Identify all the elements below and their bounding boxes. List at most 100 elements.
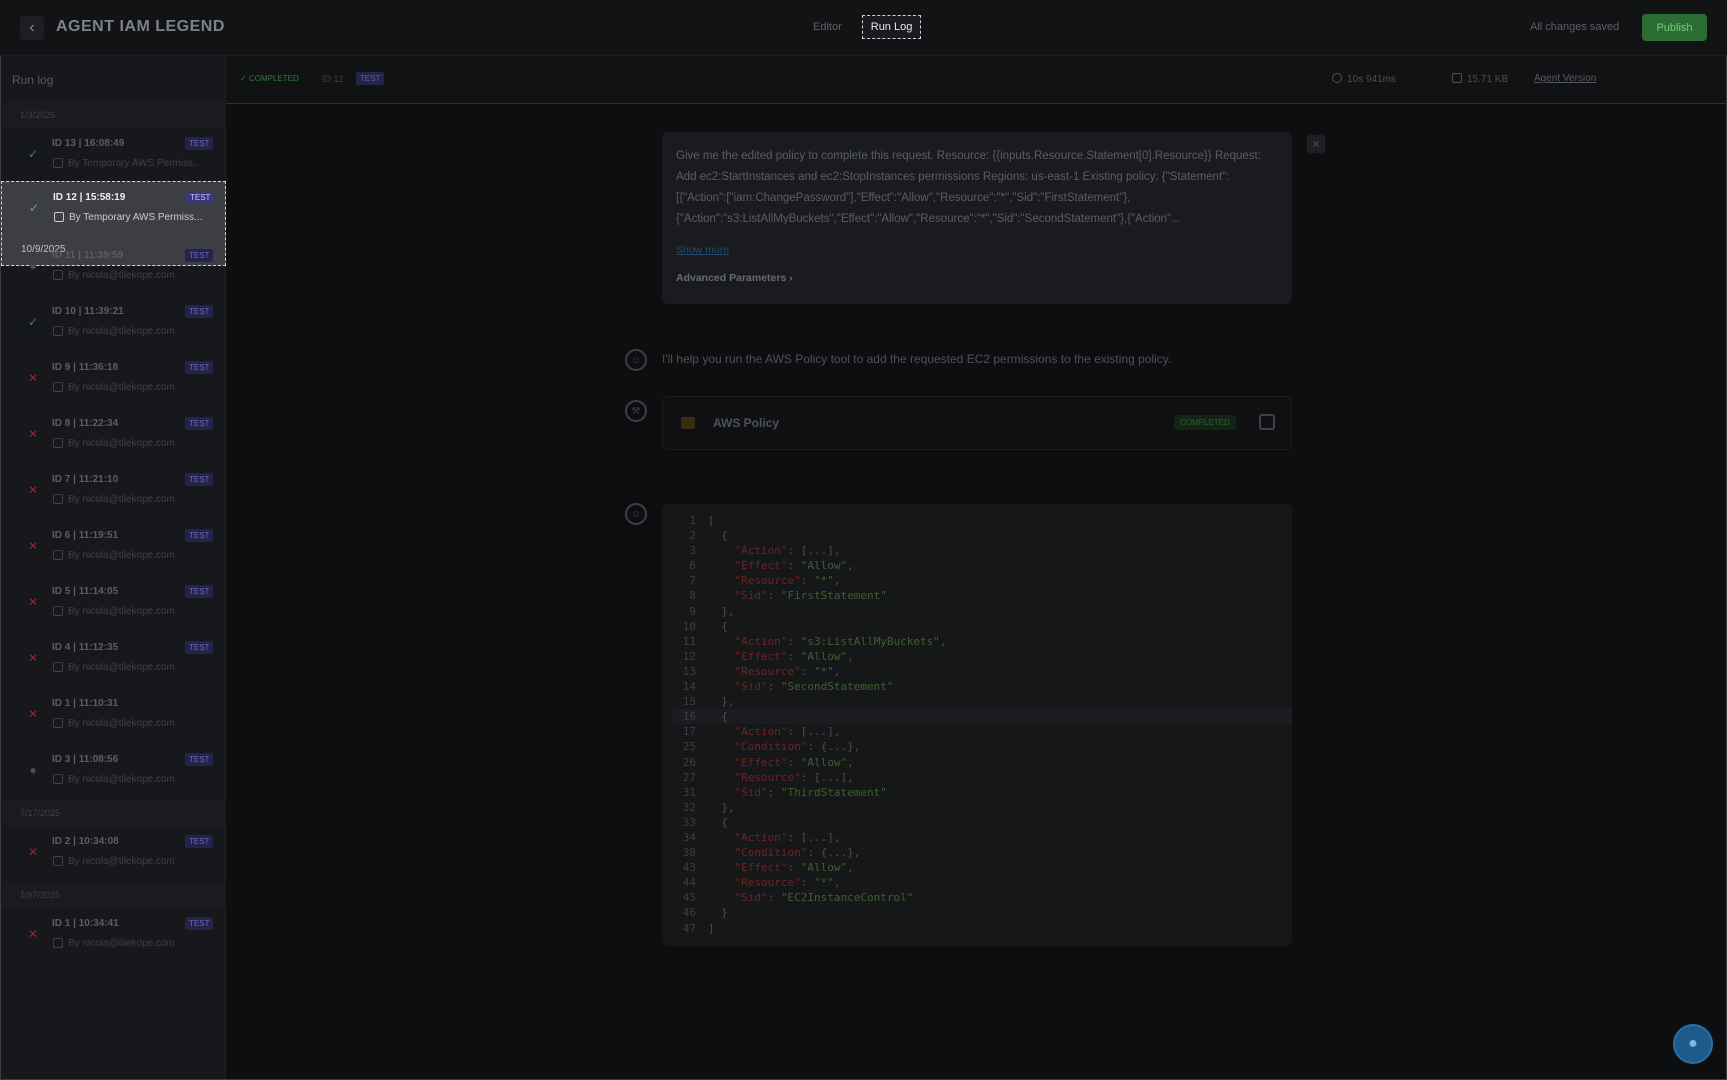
test-badge: TEST [185, 529, 214, 542]
code-line: 32 }, [672, 800, 1292, 815]
line-number: 17 [682, 725, 696, 739]
json-punct: : [787, 634, 801, 648]
run-item-author: By Temporary AWS Permiss... [69, 212, 203, 223]
line-number: 14 [682, 680, 696, 694]
json-punct: : {...}, [807, 740, 861, 754]
user-icon [53, 606, 63, 616]
line-number: 46 [682, 906, 696, 920]
line-number: 38 [682, 846, 696, 860]
advanced-parameters-toggle[interactable]: Advanced Parameters › [676, 272, 793, 284]
run-list-item[interactable]: ✕ ID 6 | 11:19:51 By nicola@tilekope.com TE… [1, 520, 226, 576]
code-line: 31 "Sid": "ThirdStatement" [672, 785, 1292, 800]
close-icon[interactable]: ✕ [1307, 135, 1325, 153]
code-line: 12 "Effect": "Allow", [672, 649, 1292, 664]
code-line: 13 "Resource": "*", [672, 664, 1292, 679]
external-link-icon[interactable] [1259, 414, 1275, 430]
code-line: 3 "Action": [...], [672, 543, 1292, 558]
run-item-id: ID 12 | 15:58:19 [53, 192, 126, 203]
json-punct: : [787, 649, 801, 663]
run-item-author: By nicola@tilekope.com [68, 438, 175, 449]
json-key: "Sid" [708, 785, 768, 799]
chat-support-button[interactable]: ● [1673, 1024, 1713, 1064]
run-list-item[interactable]: ● ID 11 | 11:39:59 By nicola@tilekope.com T… [1, 240, 226, 296]
json-string: "Allow" [800, 861, 848, 875]
run-list-item[interactable]: ✕ ID 5 | 11:14:05 By nicola@tilekope.com TE… [1, 576, 226, 632]
status-failed-icon: ✕ [27, 427, 39, 441]
run-item-author: By nicola@tilekope.com [68, 718, 175, 729]
line-number: 11 [682, 634, 696, 648]
tab-editor[interactable]: Editor [805, 15, 850, 39]
code-line: 1[ [672, 513, 1292, 528]
tab-run-log[interactable]: Run Log [861, 15, 922, 39]
line-number: 15 [682, 695, 696, 709]
json-key: "Effect" [708, 649, 788, 663]
json-key: "Effect" [708, 755, 788, 769]
test-badge: TEST [185, 835, 214, 848]
json-punct: , [939, 634, 947, 648]
status-pending-icon: ● [29, 259, 37, 273]
status-failed-icon: ✕ [27, 595, 39, 609]
status-success-icon: ✓ [27, 315, 39, 329]
code-line: 17 "Action": [...], [672, 724, 1292, 739]
status-success-icon: ✓ [27, 147, 39, 161]
json-punct: : [...], [800, 770, 854, 784]
publish-button[interactable]: Publish [1642, 14, 1707, 41]
aws-icon [681, 417, 695, 429]
back-button[interactable]: ‹ [20, 16, 44, 40]
status-failed-icon: ✕ [27, 707, 39, 721]
run-list-item[interactable]: ✕ ID 1 | 10:34:41 By nicola@tilekope.com TE… [1, 908, 226, 964]
tool-name: AWS Policy [713, 416, 780, 430]
line-number: 3 [689, 544, 696, 558]
line-number: 47 [682, 921, 696, 935]
json-key: "Condition" [708, 740, 808, 754]
run-list-item[interactable]: ✓ ID 13 | 16:08:49 By Temporary AWS Permis… [1, 128, 226, 184]
run-item-id: ID 2 | 10:34:08 [52, 836, 119, 847]
date-group-header: 1/3/2026 [1, 102, 226, 128]
run-list-item[interactable]: ✕ ID 7 | 11:21:10 By nicola@tilekope.com TE… [1, 464, 226, 520]
run-item-author: By nicola@tilekope.com [68, 382, 175, 393]
date-group-header: 10/7/2025 [1, 882, 226, 908]
json-punct: : [800, 876, 814, 890]
run-list-item[interactable]: ✕ ID 1 | 11:10:31 By nicola@tilekope.com [1, 688, 226, 744]
run-item-author: By nicola@tilekope.com [68, 326, 175, 337]
test-badge: TEST [185, 917, 214, 930]
json-key: "Action" [708, 544, 788, 558]
json-punct: : [767, 589, 781, 603]
code-line: 47] [672, 921, 1292, 936]
json-string: "*" [813, 876, 834, 890]
code-output: 1[2 {3 "Action": [...], 6 "Effect": "Allo… [662, 504, 1292, 946]
run-list-item[interactable]: ✕ ID 8 | 11:22:34 By nicola@tilekope.com TE… [1, 408, 226, 464]
check-icon: ✓ [240, 74, 249, 83]
status-failed-icon: ✕ [27, 845, 39, 859]
wrench-icon: ⚒ [625, 400, 647, 422]
code-line: 16 { [672, 709, 1292, 725]
run-size-value: 15.71 KB [1467, 74, 1509, 85]
agent-version-link[interactable]: Agent Version [1534, 73, 1596, 84]
code-line: 44 "Resource": "*", [672, 875, 1292, 890]
json-key: "Action" [708, 634, 788, 648]
code-text: } [708, 906, 728, 920]
run-status-label: COMPLETED [248, 74, 299, 83]
code-line: 43 "Effect": "Allow", [672, 860, 1292, 875]
user-icon [53, 774, 63, 784]
code-line: 27 "Resource": [...], [672, 770, 1292, 785]
json-key: "Effect" [708, 559, 788, 573]
run-list-item[interactable]: ✕ ID 2 | 10:34:08 By nicola@tilekope.com TE… [1, 826, 226, 882]
run-list-item[interactable]: ✓ ID 10 | 11:39:21 By nicola@tilekope.com T… [1, 296, 226, 352]
test-badge: TEST [185, 137, 214, 150]
assistant-message: I'll help you run the AWS Policy tool to… [662, 352, 1172, 366]
run-list-item[interactable]: ● ID 3 | 11:08:56 By nicola@tilekope.com TE… [1, 744, 226, 800]
user-icon [53, 158, 63, 168]
run-list-item[interactable]: ✕ ID 9 | 11:36:18 By nicola@tilekope.com TE… [1, 352, 226, 408]
run-item-author: By nicola@tilekope.com [68, 270, 175, 281]
code-line: 14 "Sid": "SecondStatement" [672, 679, 1292, 694]
run-list-item[interactable]: ✕ ID 4 | 11:12:35 By nicola@tilekope.com TE… [1, 632, 226, 688]
code-text: { [708, 529, 728, 543]
json-key: "Sid" [708, 891, 768, 905]
tool-call-card[interactable]: AWS Policy COMPLETED [662, 396, 1292, 450]
line-number: 31 [682, 785, 696, 799]
code-line: 6 "Effect": "Allow", [672, 558, 1292, 573]
status-failed-icon: ✕ [27, 371, 39, 385]
show-more-link[interactable]: Show more [676, 244, 729, 256]
line-number: 2 [689, 529, 696, 543]
